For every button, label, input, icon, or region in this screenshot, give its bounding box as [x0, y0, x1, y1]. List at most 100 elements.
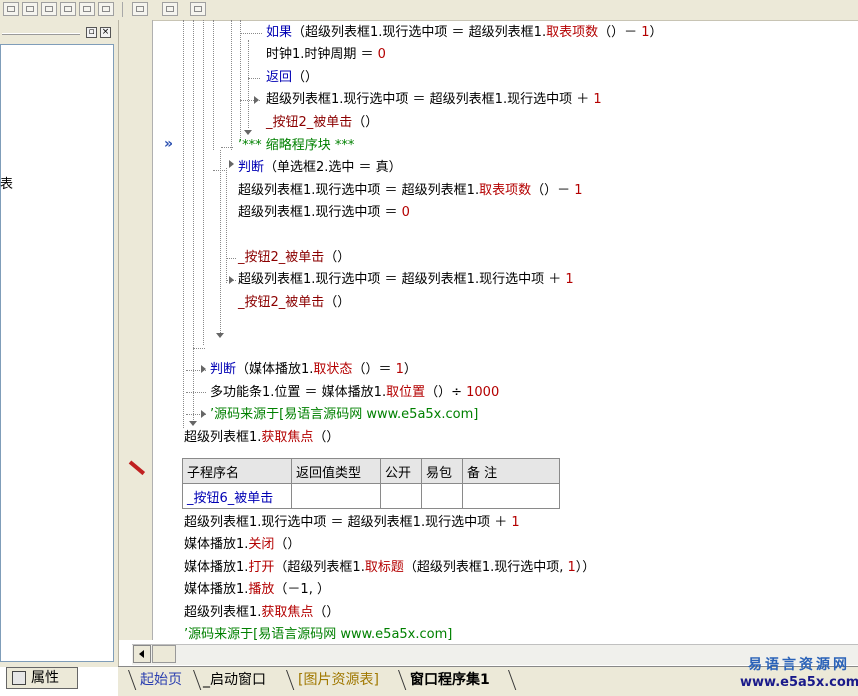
code-line[interactable]: 多功能条1.位置 ＝ 媒体播放1.取位置（）÷ 1000 — [210, 385, 499, 401]
method: 取状态 — [313, 362, 353, 377]
code-text: 超级列表框1. — [184, 430, 262, 445]
same-size-icon[interactable] — [190, 2, 206, 16]
flow-arrow-right-icon — [254, 96, 259, 104]
number: 1 — [574, 183, 583, 198]
table-row[interactable]: _按钮6_被单击 — [182, 483, 560, 509]
number: 1 — [567, 560, 576, 575]
align-top-icon[interactable] — [60, 2, 76, 16]
code-line[interactable]: 媒体播放1.关闭（） — [184, 537, 300, 553]
code-text: （－1, ） — [274, 582, 330, 597]
code-comment[interactable]: ’*** 缩略程序块 *** — [238, 138, 354, 154]
align-center-icon[interactable] — [22, 2, 38, 16]
code-line[interactable]: 超级列表框1.现行选中项 ＝ 超级列表框1.现行选中项 ＋ 1 — [238, 272, 574, 288]
number: 1 — [593, 92, 602, 107]
flow-line — [240, 20, 241, 140]
method: 取位置 — [386, 385, 426, 400]
method: 打开 — [248, 560, 275, 575]
code-line[interactable]: _按钮2_被单击（） — [238, 295, 350, 311]
code-text: ） — [403, 362, 417, 377]
flow-arrow-down-icon — [244, 130, 252, 135]
keyword: 如果 — [266, 25, 293, 40]
method: 播放 — [248, 582, 275, 597]
subroutine-name-cell[interactable]: _按钮6_被单击 — [182, 483, 292, 509]
align-right-icon[interactable] — [41, 2, 57, 16]
code-line[interactable]: 媒体播放1.打开（超级列表框1.取标题（超级列表框1.现行选中项, 1）） — [184, 560, 595, 576]
align-left-icon[interactable] — [3, 2, 19, 16]
code-text: 超级列表框1.现行选中项 ＝ 超级列表框1.现行选中项 ＋ — [238, 272, 566, 287]
code-text: （超级列表框1. — [274, 560, 365, 575]
code-text: （） — [313, 430, 340, 445]
return-type-cell[interactable] — [291, 483, 381, 509]
watermark-title: 易语言资源网 — [748, 657, 850, 673]
code-comment[interactable]: ’源码来源于[易语言源码网 www.e5a5x.com] — [210, 407, 478, 423]
panel-close-icon[interactable]: × — [100, 27, 111, 38]
align-bottom-icon[interactable] — [98, 2, 114, 16]
code-line[interactable]: 媒体播放1.播放（－1, ） — [184, 582, 330, 598]
easy-package-cell[interactable] — [421, 483, 463, 509]
tab-startup-window[interactable]: _启动窗口 — [203, 670, 266, 690]
flow-line — [226, 258, 236, 259]
code-text: （） — [292, 70, 319, 85]
tab-divider — [508, 670, 516, 690]
code-line[interactable]: 超级列表框1.现行选中项 ＝ 0 — [238, 205, 410, 221]
remark-cell[interactable] — [462, 483, 560, 509]
tab-divider — [286, 670, 294, 690]
code-text: （） — [274, 537, 301, 552]
same-width-icon[interactable] — [132, 2, 148, 16]
table-header: 易包 — [421, 458, 463, 484]
scroll-left-button[interactable] — [133, 645, 151, 663]
code-text: 超级列表框1.现行选中项 ＝ 超级列表框1.现行选中项 ＋ — [184, 515, 512, 530]
public-cell[interactable] — [380, 483, 422, 509]
flow-arrow-right-icon — [229, 160, 234, 168]
flow-line — [231, 20, 232, 150]
code-text: （） — [352, 115, 379, 130]
properties-tab[interactable]: 属性 — [6, 667, 78, 689]
code-line[interactable]: 时钟1.时钟周期 ＝ 0 — [266, 47, 386, 63]
tab-window-assembly[interactable]: 窗口程序集1 — [410, 670, 490, 690]
code-line[interactable]: 返回（） — [266, 70, 318, 86]
code-line[interactable]: _按钮2_被单击（） — [266, 115, 378, 131]
code-text: （）÷ — [425, 385, 467, 400]
tab-start-page[interactable]: 起始页 — [140, 670, 182, 690]
code-line[interactable]: _按钮2_被单击（） — [238, 250, 350, 266]
flow-line — [248, 40, 249, 128]
method: 取表项数 — [479, 183, 532, 198]
tab-divider — [193, 670, 201, 690]
collapsed-block-marker-icon[interactable]: » — [164, 136, 173, 152]
code-line[interactable]: 超级列表框1.现行选中项 ＝ 超级列表框1.现行选中项 ＋ 1 — [184, 515, 520, 531]
flow-line — [203, 20, 204, 345]
code-text: （） — [324, 295, 351, 310]
align-middle-icon[interactable] — [79, 2, 95, 16]
code-text: 超级列表框1.现行选中项 ＝ 超级列表框1.现行选中项 ＋ — [266, 92, 594, 107]
code-line[interactable]: 超级列表框1.现行选中项 ＝ 超级列表框1.取表项数（）－ 1 — [238, 183, 583, 199]
code-line[interactable]: 超级列表框1.获取焦点（） — [184, 430, 339, 446]
table-header-row: 子程序名 返回值类型 公开 易包 备 注 — [182, 458, 560, 484]
flow-line — [213, 170, 227, 171]
code-text: 时钟1.时钟周期 ＝ — [266, 47, 378, 62]
method: 关闭 — [248, 537, 275, 552]
table-header: 子程序名 — [182, 458, 292, 484]
code-text: （超级列表框1.现行选中项, — [403, 560, 568, 575]
number: 0 — [377, 47, 386, 62]
code-line[interactable]: 判断（单选框2.选中 ＝ 真） — [238, 160, 402, 176]
flow-line — [248, 78, 260, 79]
code-line[interactable]: 判断（媒体播放1.取状态（）＝ 1） — [210, 362, 417, 378]
tab-image-resources[interactable]: [图片资源表] — [298, 670, 379, 690]
flow-line — [226, 168, 227, 283]
code-gutter — [119, 20, 152, 640]
keyword: 判断 — [238, 160, 265, 175]
scrollbar-thumb[interactable] — [152, 645, 176, 663]
same-height-icon[interactable] — [162, 2, 178, 16]
code-line[interactable]: 如果（超级列表框1.现行选中项 ＝ 超级列表框1.取表项数（）－ 1） — [266, 25, 663, 41]
code-text: 超级列表框1.现行选中项 ＝ 超级列表框1. — [238, 183, 480, 198]
code-line[interactable]: 超级列表框1.获取焦点（） — [184, 605, 339, 621]
method: 取标题 — [364, 560, 404, 575]
method: 获取焦点 — [261, 430, 314, 445]
code-text: （超级列表框1.现行选中项 ＝ 超级列表框1. — [292, 25, 547, 40]
panel-text-fragment: 表 — [0, 177, 14, 192]
code-comment[interactable]: ’源码来源于[易语言源码网 www.e5a5x.com] — [184, 627, 452, 643]
panel-restore-icon[interactable]: ▫ — [86, 27, 97, 38]
keyword: 返回 — [266, 70, 293, 85]
flow-arrow-down-icon — [216, 333, 224, 338]
code-line[interactable]: 超级列表框1.现行选中项 ＝ 超级列表框1.现行选中项 ＋ 1 — [266, 92, 602, 108]
